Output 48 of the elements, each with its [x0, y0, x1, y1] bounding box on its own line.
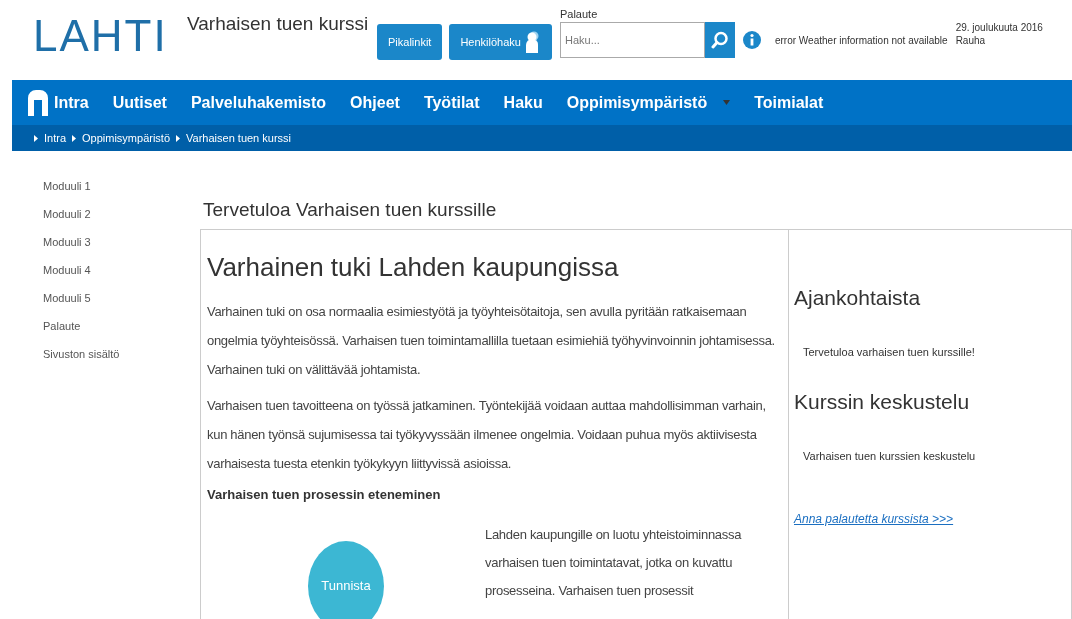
search-button[interactable] — [704, 22, 735, 58]
article-paragraph: Varhaisen tuen tavoitteena on työssä jatkaminen. Työntekijää voidaan auttaa mahdollisimman varhain, kun hänen työnsä sujumisessa tai työkyvyssään ilmenee ongelmia. Voidaan puhua myös aktiivisesta varhaisesta tuesta etenkin työkykyyn liittyvissä asioissa. — [207, 397, 767, 473]
page-title: Tervetuloa Varhaisen tuen kurssille — [203, 198, 498, 222]
nav-link[interactable]: Haku — [503, 90, 543, 115]
nav-link[interactable]: Palveluhakemisto — [190, 90, 327, 115]
breadcrumb-link[interactable]: Varhaisen tuen kurssi — [186, 129, 291, 147]
feedback-label: Palaute — [559, 7, 599, 22]
nav-link[interactable]: Ohjeet — [350, 90, 400, 115]
nav-link[interactable]: Uutiset — [112, 90, 167, 115]
feedback-link[interactable]: Anna palautetta kurssista >>> — [794, 510, 1071, 528]
section-heading: Varhaisen tuen prosessin eteneminen — [207, 486, 442, 504]
sidebar-link[interactable]: Moduuli 5 — [43, 290, 200, 307]
nav-link[interactable]: Intra — [28, 89, 89, 116]
aside-heading: Kurssin keskustelu — [794, 389, 971, 415]
aside-text: Tervetuloa varhaisen tuen kurssille! — [803, 344, 976, 360]
name-day: Rauha — [955, 34, 1043, 47]
sidebar-link[interactable]: Moduuli 4 — [43, 262, 200, 279]
article-paragraph: Varhainen tuki on osa normaalia esimiestyötä ja työyhteisötaitoja, sen avulla pyritään ratkaisemaan ongelmia työyhteisössä. Varhaisen tuen toimintamallilla tuetaan esimiehiä työhyvinvoinnin johtamisessa. Varhainen tuki on välittävää johtamista. — [207, 303, 776, 379]
date: 29. joulukuuta 2016 — [955, 21, 1043, 34]
nav-link[interactable]: Työtilat — [423, 90, 480, 115]
sidebar-link[interactable]: Moduuli 1 — [43, 178, 200, 195]
aside-heading: Ajankohtaista — [794, 285, 922, 311]
search-icon — [710, 31, 729, 49]
quick-links-button[interactable]: Pikalinkit — [377, 24, 443, 60]
search-field[interactable]: Haku... — [559, 22, 705, 58]
sidebar-link[interactable]: Sivuston sisältö — [43, 346, 200, 363]
caret-icon — [723, 100, 731, 105]
home-icon — [28, 89, 48, 116]
sidebar-link[interactable]: Palaute — [43, 318, 200, 335]
nav-link[interactable]: Oppimisympäristö — [566, 90, 731, 115]
person-icon — [524, 31, 541, 53]
article-heading: Varhainen tuki Lahden kaupungissa — [207, 251, 620, 284]
breadcrumb-link[interactable]: Intra — [44, 129, 66, 147]
nav-link[interactable]: Toimialat — [754, 90, 824, 115]
logo[interactable]: LAHTI — [33, 14, 183, 58]
info-icon[interactable] — [742, 31, 761, 49]
process-paragraph: Lahden kaupungille on luotu yhteistoiminnassa varhaisen tuen toimintatavat, jotka on kuvattu prosesseina. Varhaisen tuen prosessit — [485, 525, 743, 600]
chevron-icon — [34, 134, 38, 142]
sidebar-link[interactable]: Moduuli 3 — [43, 234, 200, 251]
chevron-icon — [176, 134, 181, 142]
aside-text: Varhaisen tuen kurssien keskustelu — [803, 448, 977, 464]
person-search-button[interactable]: Henkilöhaku — [449, 24, 552, 60]
process-step-circle: Tunnista — [308, 540, 384, 619]
chevron-icon — [72, 134, 76, 142]
weather-message: error Weather information not available — [774, 33, 948, 48]
sidebar-link[interactable]: Moduuli 2 — [43, 206, 200, 223]
site-title: Varhaisen tuen kurssi — [187, 12, 370, 36]
breadcrumb-link[interactable]: Oppimisympäristö — [82, 129, 171, 147]
